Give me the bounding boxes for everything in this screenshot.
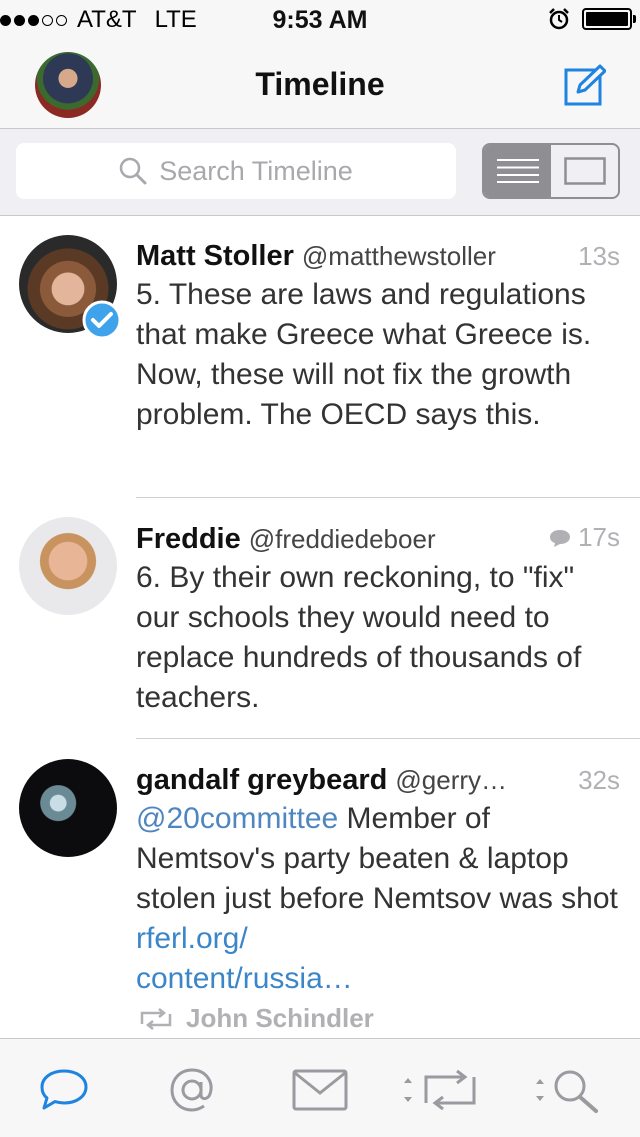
- page-title: Timeline: [255, 66, 385, 102]
- tweet-text: @20committee Member of Nemtsov's party b…: [136, 799, 620, 999]
- tweet-text: 5. These are laws and regulations that m…: [136, 278, 592, 431]
- nav-bar: Timeline: [0, 40, 640, 129]
- conversation-icon: [550, 529, 571, 547]
- card-view-button[interactable]: [551, 145, 618, 197]
- card-view-icon: [563, 157, 606, 185]
- tweet-mention[interactable]: @20committee: [136, 802, 338, 835]
- view-mode-toggle[interactable]: [482, 143, 620, 199]
- tweet-item[interactable]: Freddie @freddiedeboer 17s 6. By their o…: [0, 498, 640, 738]
- tweet-author-handle[interactable]: @matthewstoller: [302, 241, 570, 272]
- mentions-tab[interactable]: [152, 1063, 232, 1117]
- verified-badge-icon: [82, 300, 122, 340]
- tweet-author-handle[interactable]: @freddiedeboer: [249, 524, 540, 555]
- messages-tab[interactable]: [280, 1063, 360, 1117]
- search-tab-icon: [536, 1070, 598, 1113]
- speech-bubble-icon: [40, 1069, 88, 1110]
- tweet-author-name[interactable]: Matt Stoller: [136, 240, 294, 273]
- tweet-text: 6. By their own reckoning, to "fix" our …: [136, 560, 582, 714]
- search-placeholder: Search Timeline: [159, 155, 353, 186]
- tweet-item[interactable]: gandalf greybeard @gerry… 32s @20committ…: [0, 740, 640, 1038]
- activity-tab[interactable]: [396, 1063, 484, 1117]
- list-view-icon: [496, 159, 539, 183]
- tweet-author-name[interactable]: gandalf greybeard: [136, 764, 387, 797]
- retweeter-name[interactable]: John Schindler: [186, 1003, 374, 1034]
- search-input[interactable]: Search Timeline: [16, 143, 456, 199]
- alarm-icon: [549, 8, 569, 30]
- tweet-item[interactable]: Matt Stoller @matthewstoller 13s 5. Thes…: [0, 216, 640, 498]
- list-view-button[interactable]: [484, 145, 551, 197]
- tweet-timestamp: 32s: [578, 765, 620, 795]
- search-tab[interactable]: [530, 1063, 610, 1117]
- avatar[interactable]: [19, 517, 117, 615]
- status-time: 9:53 AM: [272, 6, 368, 34]
- divider: [136, 738, 640, 739]
- tweet-timestamp: 17s: [578, 522, 620, 552]
- retweet-icon: [140, 1007, 172, 1030]
- battery-icon: [582, 8, 636, 30]
- tweet-link[interactable]: rferl.org/ content/russia…: [136, 922, 353, 995]
- retweeted-by: John Schindler: [136, 1003, 620, 1034]
- at-sign-icon: [170, 1068, 213, 1112]
- tweet-author-name[interactable]: Freddie: [136, 523, 241, 556]
- tweet-author-handle[interactable]: @gerry…: [395, 765, 570, 796]
- tab-bar: [0, 1038, 640, 1137]
- compose-icon[interactable]: [564, 64, 606, 106]
- status-bar: AT&T LTE 9:53 AM: [0, 0, 640, 40]
- avatar[interactable]: [19, 759, 117, 857]
- search-icon: [119, 157, 147, 185]
- search-row: Search Timeline: [0, 129, 640, 216]
- retweet-tab-icon: [404, 1069, 476, 1111]
- timeline-tab[interactable]: [24, 1063, 104, 1117]
- tweet-timestamp: 13s: [578, 241, 620, 271]
- envelope-icon: [292, 1069, 348, 1111]
